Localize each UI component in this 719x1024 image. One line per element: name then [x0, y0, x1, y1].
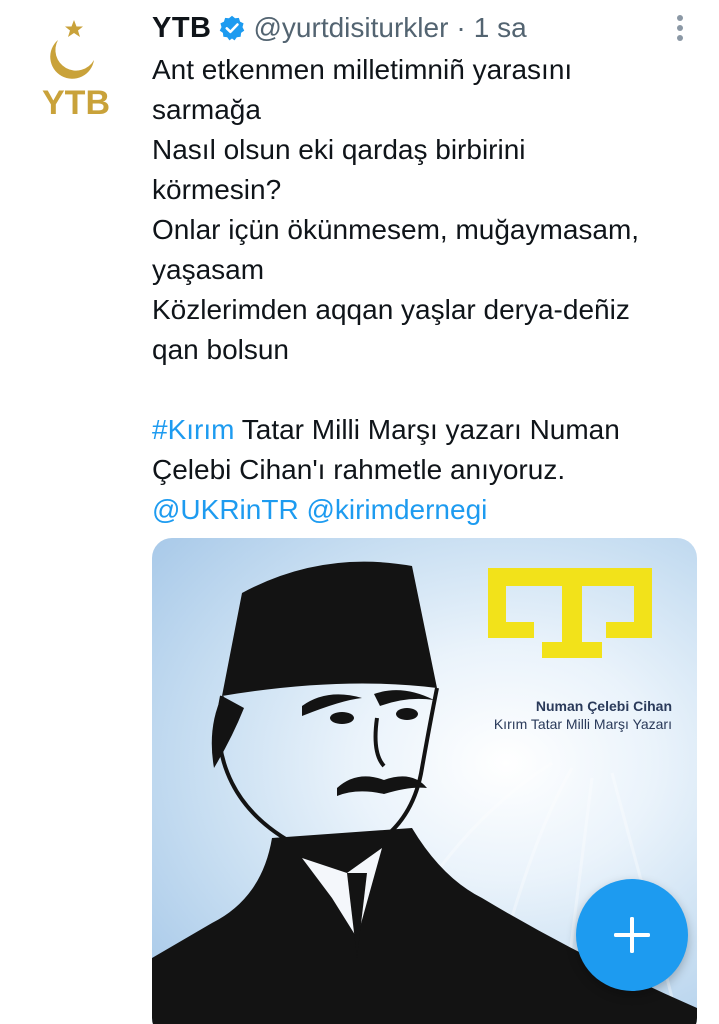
tweet-line: qan bolsun [152, 334, 290, 365]
tamga-emblem [488, 568, 652, 658]
tweet[interactable]: YTB YTB @yurtdisiturkler · 1 sa Ant etke… [0, 0, 719, 1024]
tweet-line-mentions: @UKRinTR @kirimdernegi [152, 490, 697, 530]
tweet-line: Ant etkenmen milletimniñ yarasını [152, 54, 573, 85]
tweet-text-fragment: Tatar Milli Marşı yazarı Numan [234, 414, 620, 445]
ytb-logo: YTB [42, 20, 110, 122]
media-caption-subtitle: Kırım Tatar Milli Marşı Yazarı [493, 716, 672, 732]
tweet-text: Ant etkenmen milletimniñ yarasını sarmağ… [152, 50, 697, 530]
tweet-line: Nasıl olsun eki qardaş birbirini [152, 134, 526, 165]
tweet-line-hashtag: #Kırım Tatar Milli Marşı yazarı Numan [152, 410, 697, 450]
media-caption-name: Numan Çelebi Cihan [535, 698, 672, 714]
verified-badge-icon [219, 15, 244, 41]
tweet-line: Çelebi Cihan'ı rahmetle anıyoruz. [152, 454, 566, 485]
tweet-line: körmesin? [152, 174, 282, 205]
mention-link[interactable]: @UKRinTR [152, 494, 299, 525]
separator-dot: · [456, 12, 466, 43]
tweet-line: yaşasam [152, 254, 265, 285]
avatar[interactable]: YTB [30, 16, 130, 126]
mention-link[interactable]: @kirimdernegi [306, 494, 487, 525]
tweet-line: Onlar içün ökünmesem, muğaymasam, [152, 214, 640, 245]
plus-icon [614, 917, 650, 953]
timestamp[interactable]: 1 sa [474, 12, 527, 44]
author-handle[interactable]: @yurtdisiturkler [254, 12, 449, 44]
compose-tweet-button[interactable] [576, 879, 688, 991]
more-options-icon[interactable] [670, 12, 690, 44]
svg-text:YTB: YTB [42, 84, 110, 122]
hashtag-link[interactable]: #Kırım [152, 414, 234, 445]
tweet-line: sarmağa [152, 94, 261, 125]
tweet-line: Közlerimden aqqan yaşlar derya-deñiz [152, 294, 630, 325]
tweet-header: YTB @yurtdisiturkler · 1 sa [152, 8, 527, 48]
author-name[interactable]: YTB [152, 12, 212, 45]
